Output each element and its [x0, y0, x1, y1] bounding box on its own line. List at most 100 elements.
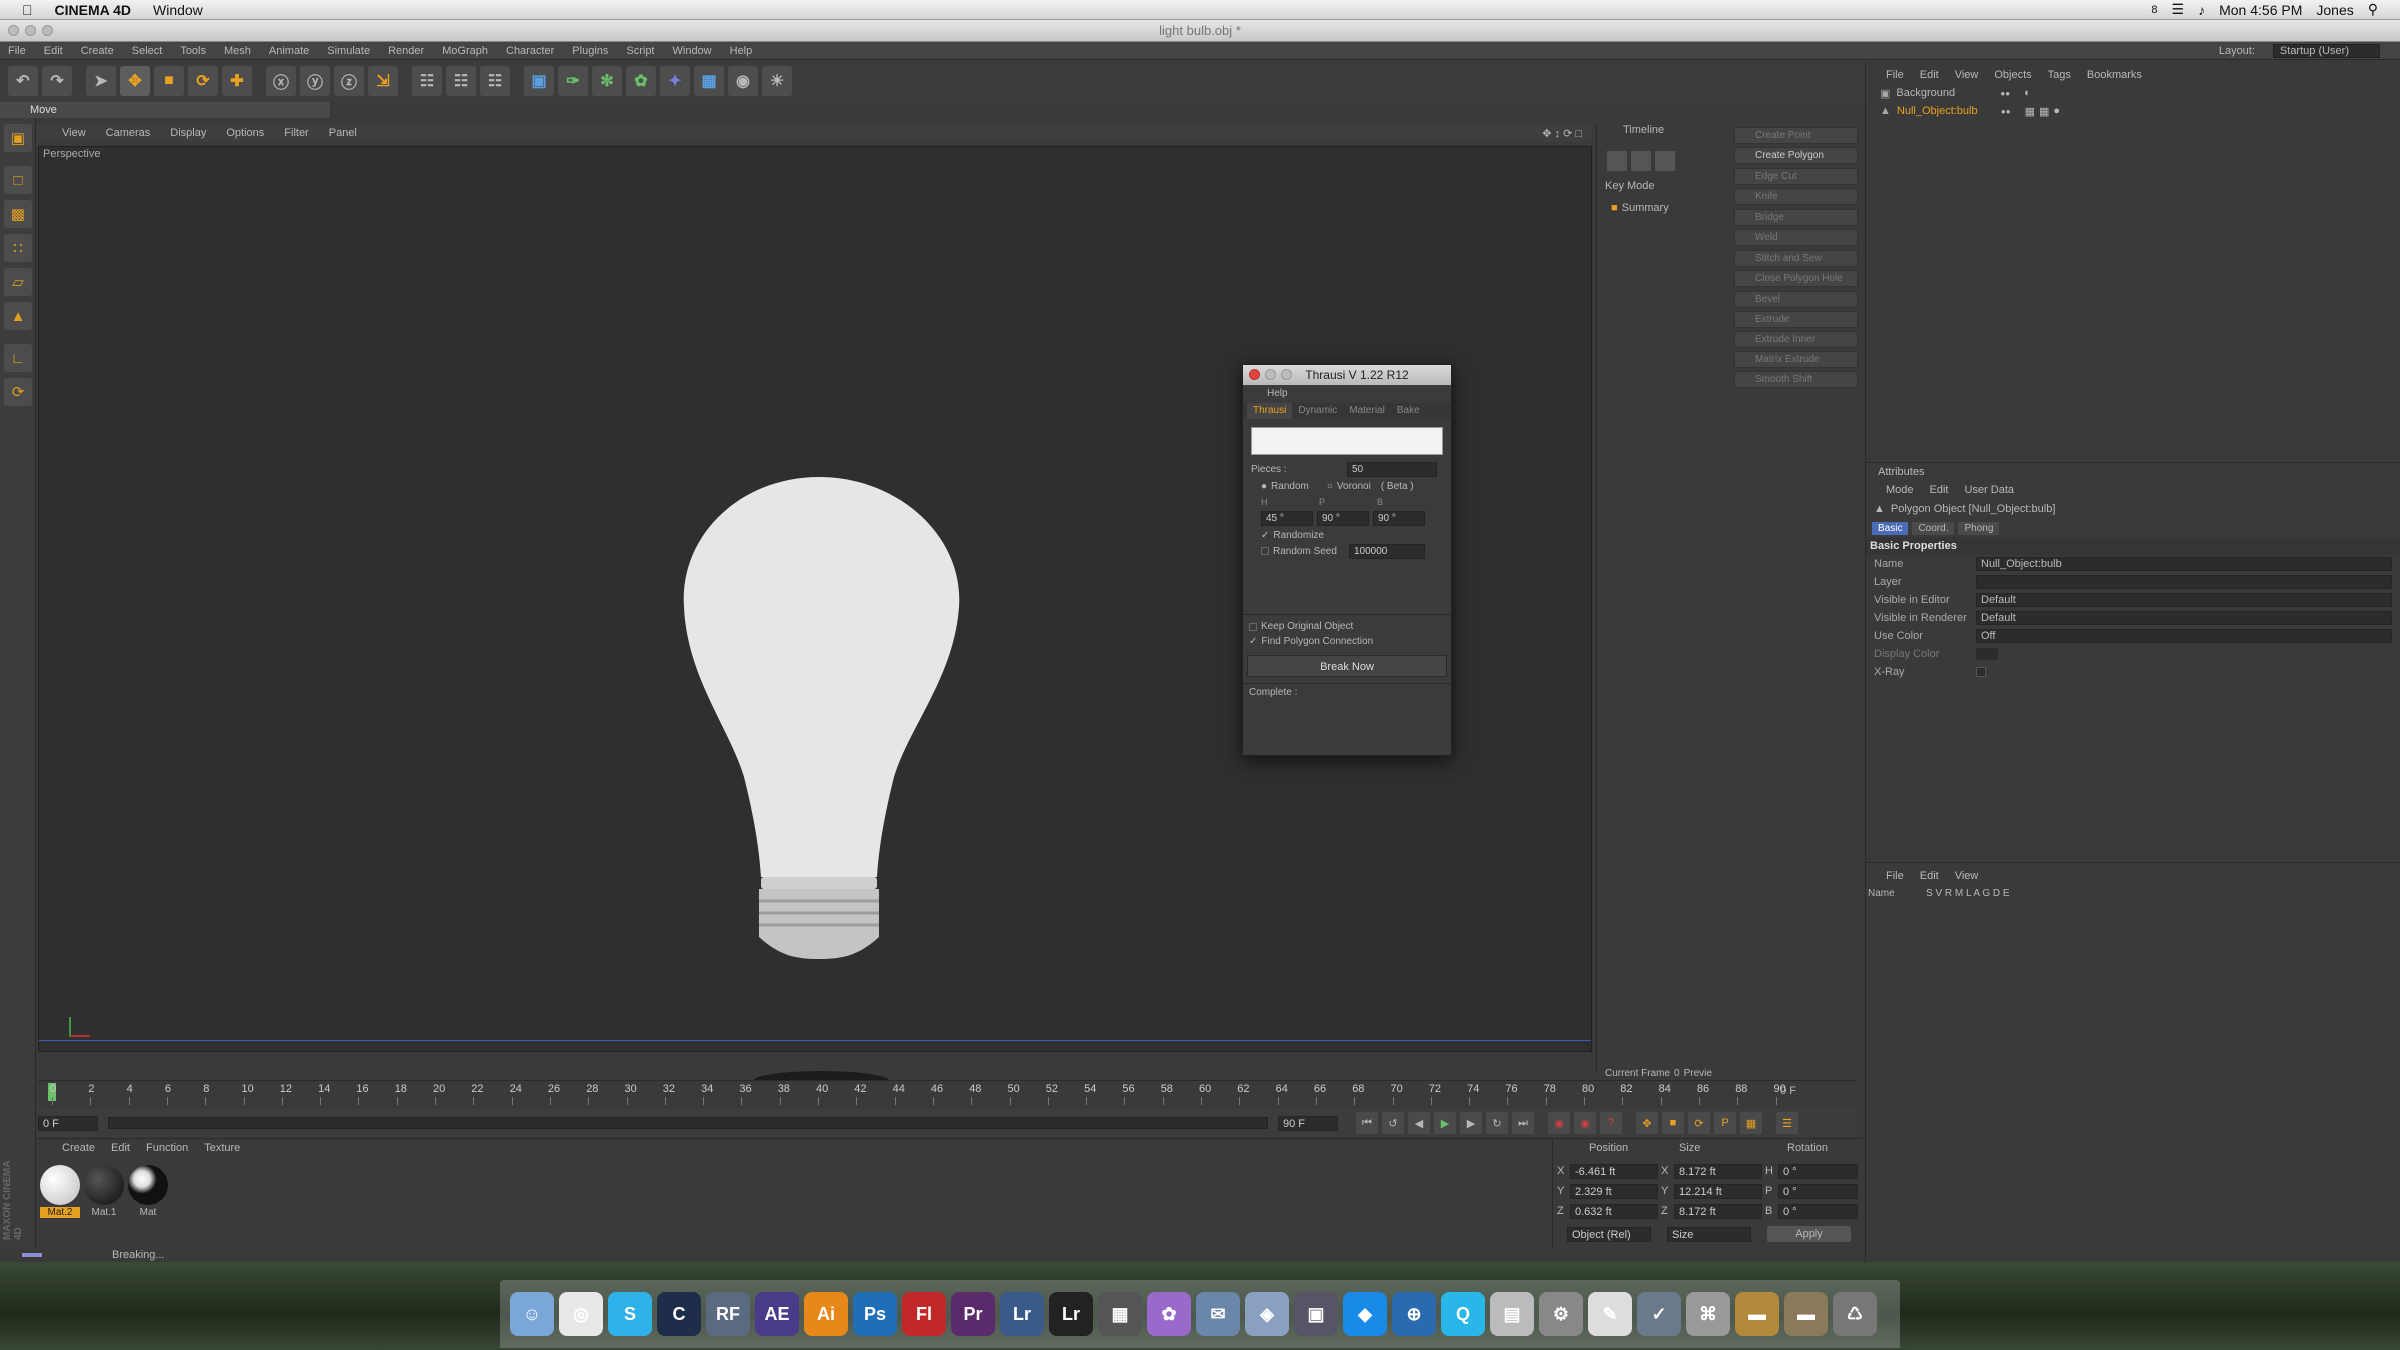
- array-generator-icon[interactable]: ✿: [626, 66, 656, 96]
- edge-cut-button[interactable]: Edge Cut: [1734, 168, 1858, 185]
- menu-create[interactable]: Create: [81, 45, 114, 57]
- auto-key-icon[interactable]: ◉: [1574, 1112, 1596, 1134]
- app-name-menu[interactable]: CINEMA 4D: [55, 2, 132, 18]
- dock-fl-icon[interactable]: Fl: [902, 1292, 946, 1336]
- next-frame-icon[interactable]: ▶: [1460, 1112, 1482, 1134]
- random-p-field[interactable]: 90 °: [1317, 510, 1369, 526]
- rotate-tool-icon[interactable]: ⟳: [188, 66, 218, 96]
- material-swatch[interactable]: Mat.2: [40, 1165, 80, 1218]
- size-mode-select[interactable]: Size: [1667, 1226, 1751, 1242]
- layout-select[interactable]: Startup (User): [2272, 43, 2380, 58]
- apple-icon[interactable]: : [22, 2, 33, 18]
- texture-tag-icon[interactable]: ▦: [2025, 105, 2035, 118]
- coordinate-system-icon[interactable]: ⇲: [368, 66, 398, 96]
- keyframe-selection-icon[interactable]: ?: [1600, 1112, 1622, 1134]
- points-mode-icon[interactable]: ∷: [4, 234, 32, 262]
- menu-file[interactable]: File: [8, 45, 26, 57]
- render-settings-icon[interactable]: ☷: [480, 66, 510, 96]
- key-parameter-icon[interactable]: P: [1714, 1112, 1736, 1134]
- dock-pr-icon[interactable]: Pr: [951, 1292, 995, 1336]
- tab-phong[interactable]: Phong: [1958, 521, 2000, 535]
- material-swatch[interactable]: Mat.1: [84, 1165, 124, 1218]
- bevel-button[interactable]: Bevel: [1734, 291, 1858, 308]
- dialog-close-button[interactable]: [1249, 369, 1260, 380]
- material-menu-function[interactable]: Function: [146, 1142, 188, 1154]
- dock-dropbox-icon[interactable]: ◆: [1343, 1292, 1387, 1336]
- material-menu-create[interactable]: Create: [62, 1142, 95, 1154]
- dock-capture-icon[interactable]: ⌘: [1686, 1292, 1730, 1336]
- dialog-tab-bake[interactable]: Bake: [1391, 403, 1426, 419]
- axis-mode-icon[interactable]: ∟: [4, 344, 32, 372]
- use-color-select[interactable]: Off: [1976, 629, 2392, 643]
- subdivision-icon[interactable]: ✼: [592, 66, 622, 96]
- window-menu[interactable]: Window: [153, 2, 203, 18]
- dock-mail-icon[interactable]: ✉: [1196, 1292, 1240, 1336]
- end-frame-range-field[interactable]: 90 F: [1278, 1115, 1338, 1131]
- prev-key-icon[interactable]: ↺: [1382, 1112, 1404, 1134]
- wifi-icon[interactable]: ☰: [2172, 1, 2185, 18]
- summary-track[interactable]: ■ Summary: [1597, 200, 1730, 216]
- display-color-swatch[interactable]: [1976, 648, 1998, 660]
- x-axis-lock-icon[interactable]: ⓧ: [266, 66, 296, 96]
- attributes-menu-mode[interactable]: Mode: [1886, 484, 1914, 496]
- dock-cinema-4d-icon[interactable]: C: [657, 1292, 701, 1336]
- dock-calc-icon[interactable]: ▤: [1490, 1292, 1534, 1336]
- timeline-mode-icon[interactable]: [1655, 151, 1675, 171]
- dock-finder-icon[interactable]: ☺: [510, 1292, 554, 1336]
- dialog-zoom-button[interactable]: [1281, 369, 1292, 380]
- size-y-field[interactable]: 12.214 ft: [1674, 1183, 1762, 1199]
- extrude-button[interactable]: Extrude: [1734, 311, 1858, 328]
- redo-icon[interactable]: ↷: [42, 66, 72, 96]
- dock-colors-icon[interactable]: ✿: [1147, 1292, 1191, 1336]
- position-x-field[interactable]: -6.461 ft: [1570, 1163, 1658, 1179]
- dock-settings-icon[interactable]: ⚙: [1539, 1292, 1583, 1336]
- attr-name-field[interactable]: Null_Object:bulb: [1976, 557, 2392, 571]
- dialog-tab-thrausi[interactable]: Thrausi: [1247, 403, 1293, 419]
- menu-script[interactable]: Script: [626, 45, 654, 57]
- object-row-background[interactable]: ▣ Background ●● ◐: [1866, 84, 2400, 102]
- menu-window[interactable]: Window: [673, 45, 712, 57]
- voronoi-radio[interactable]: ○: [1327, 481, 1333, 492]
- menu-help[interactable]: Help: [730, 45, 753, 57]
- cube-primitive-icon[interactable]: ▣: [524, 66, 554, 96]
- frame-range-slider[interactable]: [108, 1117, 1268, 1129]
- viewport-menu-options[interactable]: Options: [226, 127, 264, 139]
- extrude-inner-button[interactable]: Extrude Inner: [1734, 331, 1858, 348]
- rotation-b-field[interactable]: 0 °: [1778, 1203, 1858, 1219]
- weld-button[interactable]: Weld: [1734, 229, 1858, 246]
- menu-character[interactable]: Character: [506, 45, 554, 57]
- menu-render[interactable]: Render: [388, 45, 424, 57]
- bridge-button[interactable]: Bridge: [1734, 209, 1858, 226]
- dock-chrome-icon[interactable]: ◎: [559, 1292, 603, 1336]
- go-to-start-icon[interactable]: ⏮: [1356, 1112, 1378, 1134]
- user-name[interactable]: Jones: [2316, 2, 2353, 18]
- menu-edit[interactable]: Edit: [44, 45, 63, 57]
- menu-animate[interactable]: Animate: [269, 45, 309, 57]
- menu-simulate[interactable]: Simulate: [327, 45, 370, 57]
- dock-notes-icon[interactable]: ✎: [1588, 1292, 1632, 1336]
- knife-button[interactable]: Knife: [1734, 188, 1858, 205]
- key-rotation-icon[interactable]: ⟳: [1688, 1112, 1710, 1134]
- dock-folder-icon[interactable]: ▬: [1784, 1292, 1828, 1336]
- objmgr-menu-bookmarks[interactable]: Bookmarks: [2087, 69, 2142, 81]
- objmgr-menu-file[interactable]: File: [1886, 69, 1904, 81]
- viewport-navigation-icons[interactable]: ✥ ↕ ⟳ □: [1542, 127, 1582, 140]
- render-view-icon[interactable]: ☷: [412, 66, 442, 96]
- tab-basic[interactable]: Basic: [1872, 521, 1909, 535]
- position-y-field[interactable]: 2.329 ft: [1570, 1183, 1658, 1199]
- size-z-field[interactable]: 8.172 ft: [1674, 1203, 1762, 1219]
- minimize-window-button[interactable]: [25, 25, 36, 36]
- dock-scripts-icon[interactable]: ✓: [1637, 1292, 1681, 1336]
- next-key-icon[interactable]: ↻: [1486, 1112, 1508, 1134]
- viewport-menu-panel[interactable]: Panel: [329, 127, 357, 139]
- select-arrow-icon[interactable]: ➤: [86, 66, 116, 96]
- matrix-extrude-button[interactable]: Matrix Extrude: [1734, 351, 1858, 368]
- smooth-shift-button[interactable]: Smooth Shift: [1734, 371, 1858, 388]
- dialog-tab-dynamic[interactable]: Dynamic: [1292, 403, 1343, 419]
- dock-safari-icon[interactable]: ⊕: [1392, 1292, 1436, 1336]
- layer-menu-edit[interactable]: Edit: [1920, 870, 1939, 882]
- material-menu-texture[interactable]: Texture: [204, 1142, 240, 1154]
- menu-tools[interactable]: Tools: [180, 45, 206, 57]
- timeline-fcurve-icon[interactable]: [1631, 151, 1651, 171]
- key-pla-icon[interactable]: ▦: [1740, 1112, 1762, 1134]
